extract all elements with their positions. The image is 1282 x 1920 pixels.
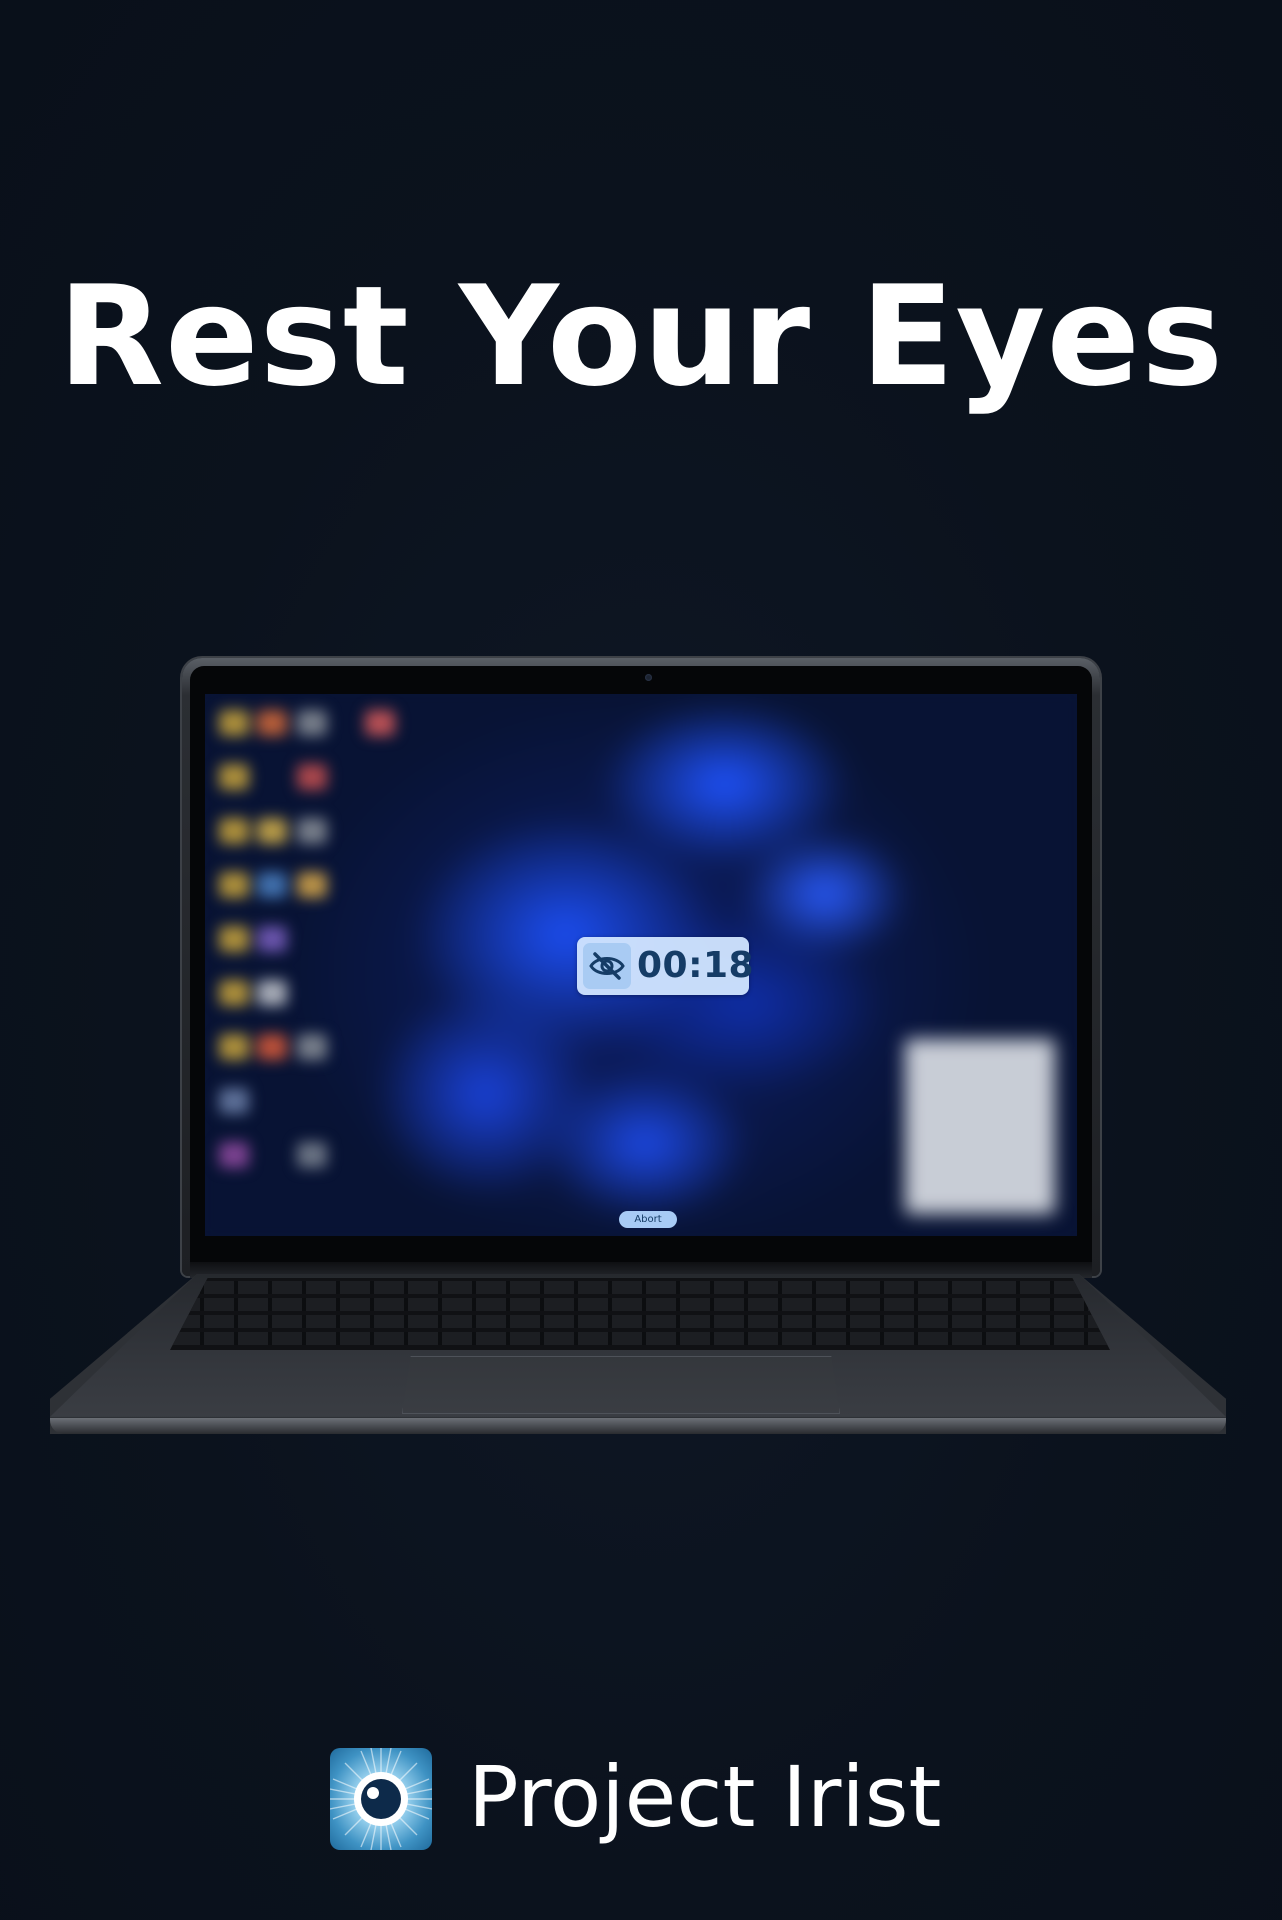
- screen-bezel: 00:18 Abort: [190, 666, 1092, 1268]
- iris-eye-icon: [330, 1748, 432, 1850]
- blurred-app-window: [905, 1039, 1055, 1214]
- break-timer-pill: 00:18: [577, 937, 754, 995]
- eye-slash-icon: [583, 943, 631, 989]
- brand-name: Project Irist: [468, 1748, 942, 1846]
- laptop-screen: 00:18 Abort: [205, 694, 1077, 1236]
- abort-button[interactable]: Abort: [619, 1211, 677, 1228]
- laptop-lid: 00:18 Abort: [182, 658, 1100, 1276]
- brand-lockup: Project Irist: [330, 1745, 1030, 1850]
- break-countdown: 00:18: [637, 945, 755, 986]
- laptop-base-edge: [50, 1418, 1226, 1434]
- webcam: [645, 674, 652, 681]
- laptop-keyboard: [170, 1278, 1110, 1350]
- blurred-desktop-icons: [215, 704, 445, 1204]
- laptop-mockup: 00:18 Abort: [0, 0, 1282, 1920]
- trackpad-outline: [402, 1356, 840, 1414]
